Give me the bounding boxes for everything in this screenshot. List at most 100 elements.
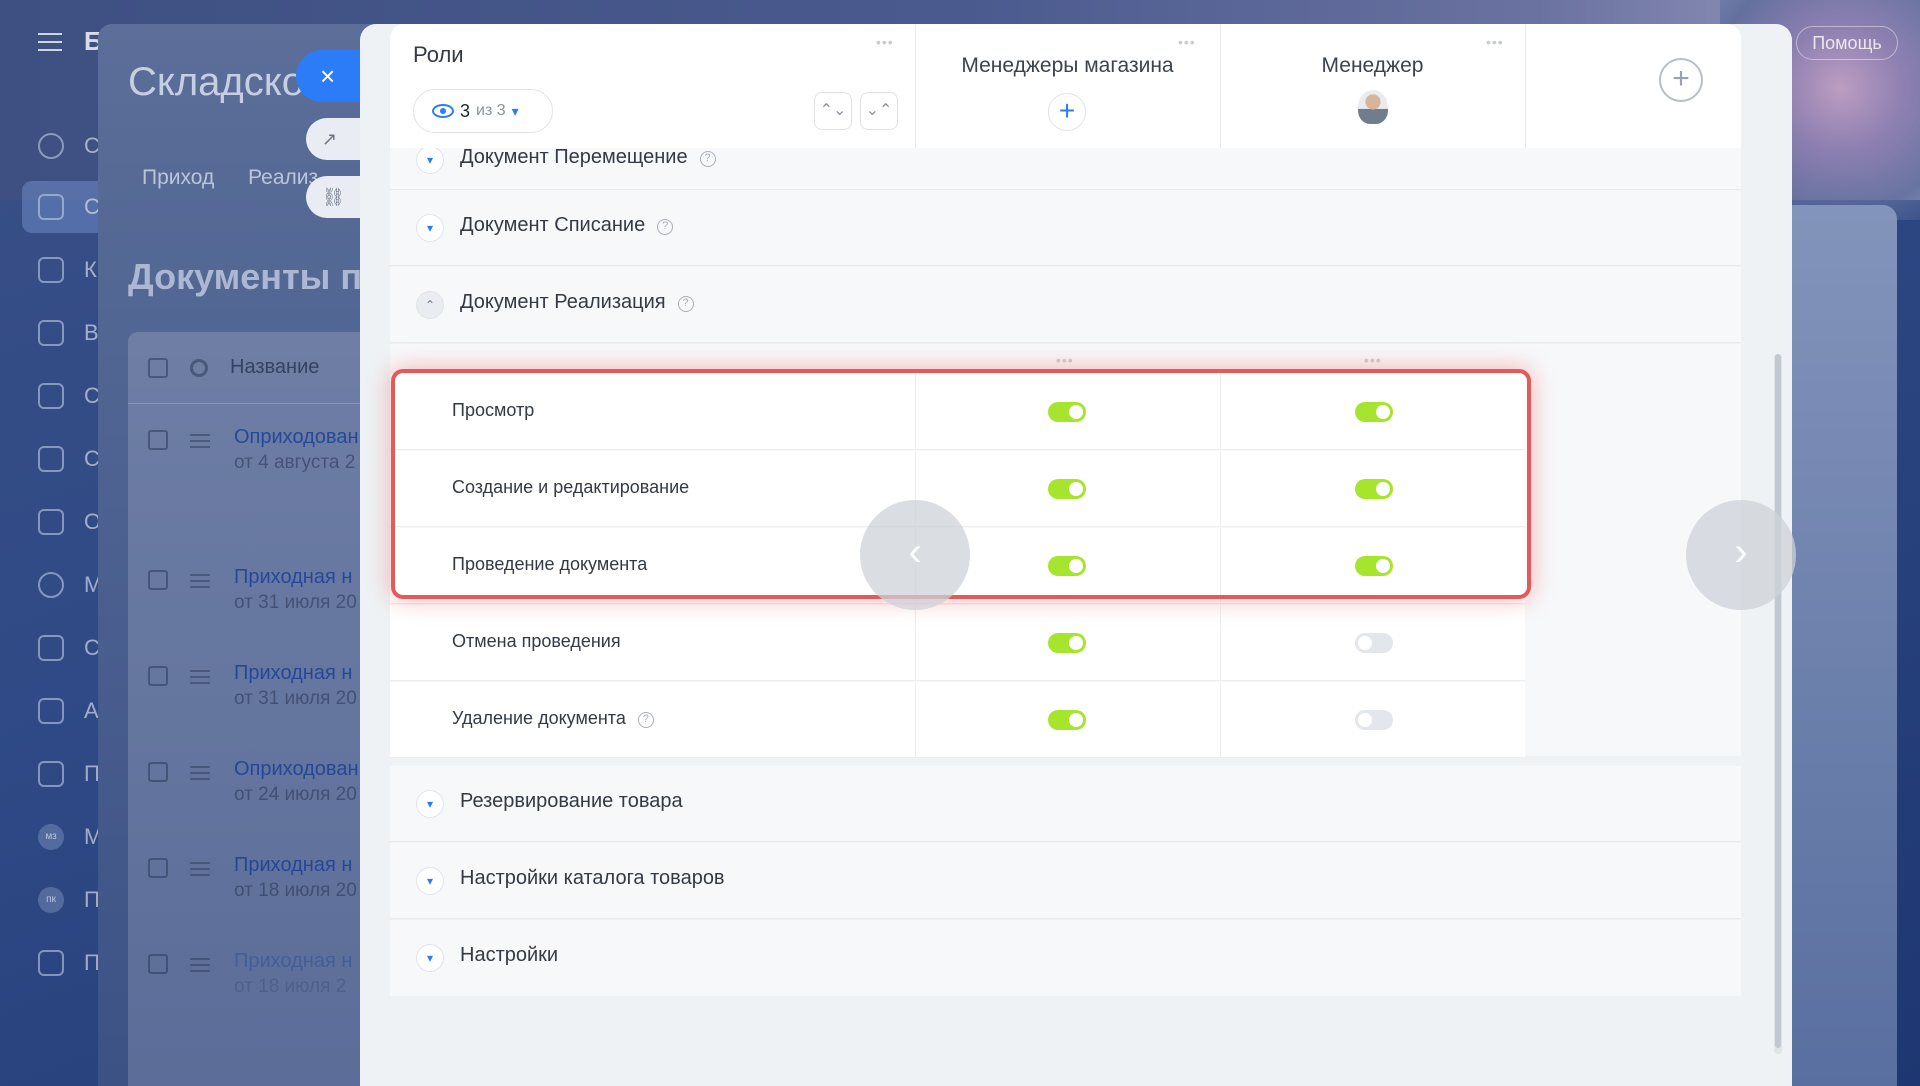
collapse-all-button[interactable]: ⌃⌄ — [814, 92, 852, 130]
row-checkbox[interactable] — [148, 762, 168, 782]
expand-all-button[interactable]: ⌄⌃ — [860, 92, 898, 130]
chevron-down-icon[interactable]: ▾ — [416, 214, 444, 242]
chevron-down-icon[interactable]: ▾ — [416, 944, 444, 972]
toggle-switch[interactable] — [1048, 633, 1086, 653]
help-button[interactable]: Помощь — [1796, 26, 1898, 60]
drag-handle-icon[interactable] — [190, 766, 210, 784]
document-link[interactable]: Приходная н — [234, 566, 352, 589]
left-sidebar: Б С С К В С С О М С А П мз М пк П П — [0, 0, 112, 1086]
section-title: Документ Списание — [460, 214, 646, 236]
select-all-checkbox[interactable] — [148, 357, 168, 378]
total-count: из 3 — [476, 102, 506, 119]
section-title: Настройки каталога товаров — [460, 867, 725, 889]
chevron-down-icon[interactable]: ▾ — [416, 790, 444, 818]
more-dots-icon[interactable]: ••• — [1486, 34, 1504, 50]
more-dots-icon[interactable]: ••• — [1056, 352, 1074, 368]
hamburger-menu-icon[interactable] — [38, 33, 62, 51]
add-role-button[interactable]: + — [1659, 58, 1703, 102]
section-sale[interactable]: ⌃ Документ Реализация? — [390, 267, 1741, 343]
card-icon — [38, 446, 64, 472]
help-icon[interactable]: ? — [657, 219, 674, 235]
roles-title: Роли — [413, 42, 464, 67]
document-link[interactable]: Приходная н — [234, 854, 352, 877]
document-date: от 18 июля 2 — [234, 976, 347, 997]
section-title: Настройки — [460, 944, 559, 966]
drag-handle-icon[interactable] — [190, 862, 210, 880]
document-date: от 31 июля 20 — [234, 688, 357, 709]
bar-chart-icon — [38, 320, 64, 346]
chevron-down-icon[interactable]: ▾ — [416, 867, 444, 895]
table-header: Название — [128, 332, 398, 404]
help-icon[interactable]: ? — [699, 151, 716, 167]
visible-roles-selector[interactable]: 3 из 3 ▾ — [413, 89, 553, 133]
row-checkbox[interactable] — [148, 666, 168, 686]
document-link[interactable]: Оприходован — [234, 758, 359, 781]
toggle-switch[interactable] — [1355, 710, 1393, 730]
chevron-up-icon[interactable]: ⌃ — [416, 291, 444, 319]
scroll-right-button[interactable]: › — [1686, 500, 1796, 610]
role-name-store-managers[interactable]: Менеджеры магазина — [915, 54, 1220, 78]
document-date: от 4 августа 2 — [234, 452, 356, 473]
role-name-manager[interactable]: Менеджер — [1220, 54, 1525, 78]
scrollbar-thumb[interactable] — [1775, 354, 1781, 1048]
column-divider — [1220, 24, 1221, 148]
add-member-button[interactable]: + — [1048, 93, 1086, 131]
column-divider — [915, 24, 916, 148]
toggle-switch[interactable] — [1355, 633, 1393, 653]
behind-page-heading: Документы п — [128, 256, 363, 297]
calendar-icon — [38, 509, 64, 535]
help-icon[interactable]: ? — [677, 296, 694, 312]
document-link[interactable]: Приходная н — [234, 662, 352, 685]
permission-row: Удаление документа? — [390, 682, 915, 758]
document-icon — [38, 257, 64, 283]
copy-link-button[interactable]: ⛓ — [306, 176, 366, 218]
row-checkbox[interactable] — [148, 570, 168, 590]
row-checkbox[interactable] — [148, 858, 168, 878]
section-reserve[interactable]: ▾ Резервирование товара — [390, 766, 1741, 842]
close-slider-button[interactable]: × — [296, 50, 366, 102]
open-new-window-button[interactable]: ↗ — [306, 118, 366, 160]
section-catalog[interactable]: ▾ Настройки каталога товаров — [390, 843, 1741, 919]
permission-label: Удаление документа — [452, 708, 626, 728]
document-link[interactable]: Оприходован — [234, 426, 359, 449]
more-dots-icon[interactable]: ••• — [876, 34, 894, 50]
permission-label: Отмена проведения — [452, 631, 621, 651]
section-writeoff[interactable]: ▾ Документ Списание? — [390, 190, 1741, 266]
documents-table: Название Оприходован от 4 августа 2 Прих… — [128, 332, 398, 1086]
more-dots-icon[interactable]: ••• — [1364, 352, 1382, 368]
gear-icon[interactable] — [190, 358, 208, 377]
column-divider — [1525, 24, 1526, 148]
store-icon — [38, 383, 64, 409]
drag-handle-icon[interactable] — [190, 574, 210, 592]
permission-cell — [1220, 605, 1525, 681]
drag-handle-icon[interactable] — [190, 958, 210, 976]
tab-sales[interactable]: Реализ — [248, 166, 318, 189]
target-icon — [38, 572, 64, 598]
cart-icon — [38, 635, 64, 661]
scroll-left-button[interactable]: ‹ — [860, 500, 970, 610]
section-settings[interactable]: ▾ Настройки — [390, 920, 1741, 996]
help-icon[interactable]: ? — [637, 712, 654, 728]
permission-row: Отмена проведения — [390, 605, 915, 681]
robot-icon — [38, 698, 64, 724]
section-move[interactable]: ▾ Документ Перемещение? — [390, 148, 1741, 190]
chevron-down-icon[interactable]: ▾ — [416, 148, 444, 174]
filter-icon — [38, 194, 64, 220]
more-dots-icon[interactable]: ••• — [1178, 34, 1196, 50]
network-icon — [38, 133, 64, 159]
drag-handle-icon[interactable] — [190, 670, 210, 688]
avatar[interactable] — [1358, 90, 1388, 124]
drag-handle-icon[interactable] — [190, 434, 210, 452]
permission-cell — [915, 605, 1220, 681]
row-checkbox[interactable] — [148, 954, 168, 974]
row-checkbox[interactable] — [148, 430, 168, 450]
tab-income[interactable]: Приход — [142, 166, 214, 189]
document-date: от 24 июля 20 — [234, 784, 357, 805]
section-title: Документ Перемещение — [460, 148, 688, 168]
visible-count: 3 — [460, 100, 471, 121]
toggle-switch[interactable] — [1048, 710, 1086, 730]
app-badge-icon: мз — [38, 824, 64, 850]
background-panel — [1780, 205, 1897, 1086]
document-link[interactable]: Приходная н — [234, 950, 352, 973]
chevron-down-icon: ▾ — [511, 102, 519, 119]
